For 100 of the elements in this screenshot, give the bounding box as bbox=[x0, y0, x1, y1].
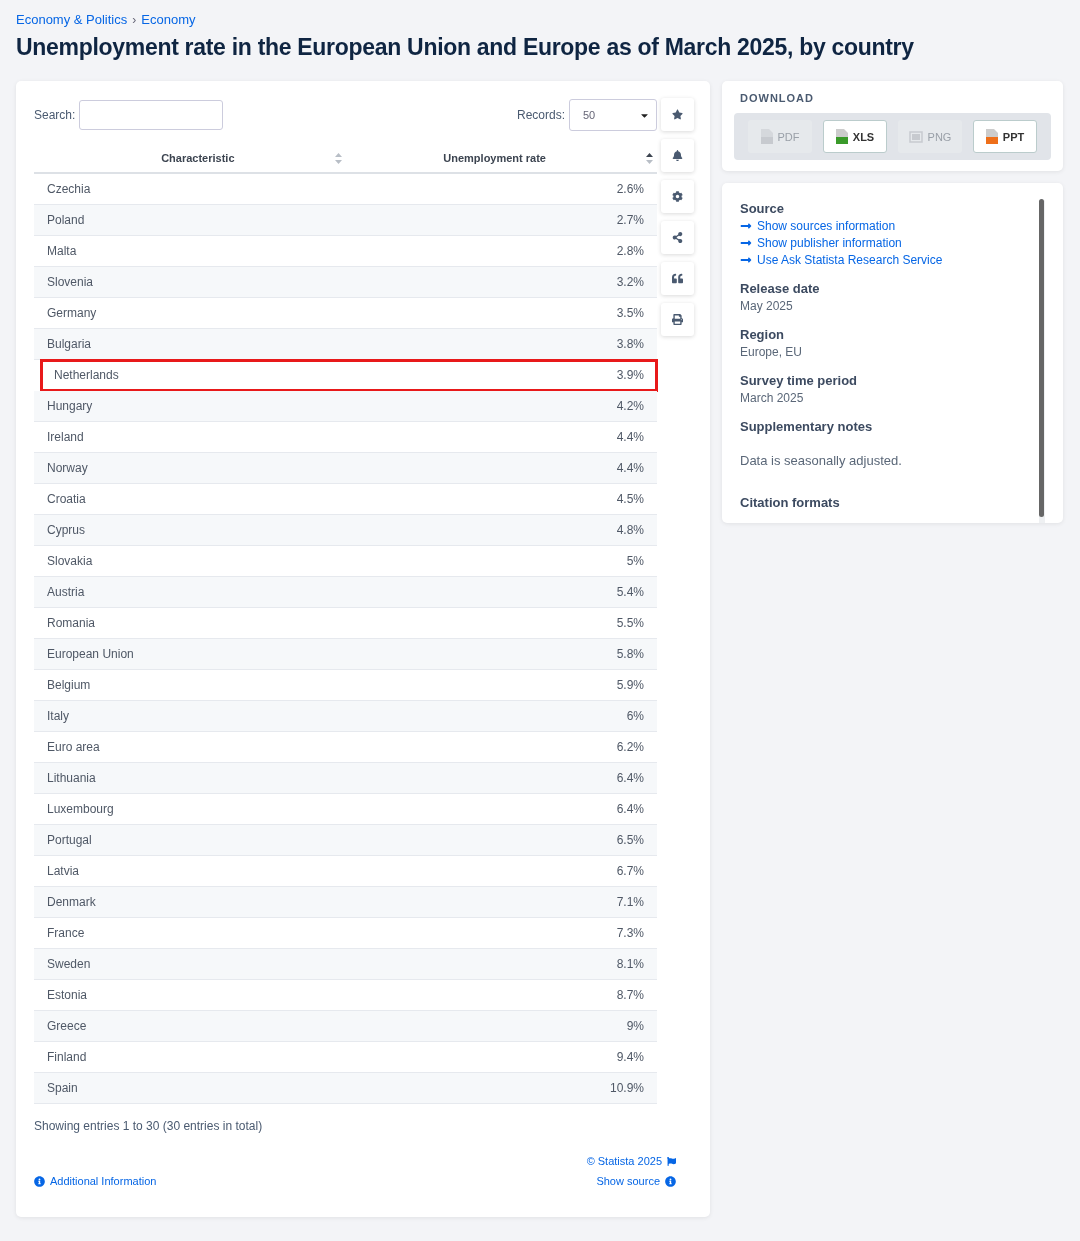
rate-cell: 6.7% bbox=[616, 864, 644, 878]
show-source-link[interactable]: Show source bbox=[596, 1175, 676, 1187]
rate-cell: 6.4% bbox=[616, 802, 644, 816]
entries-info: Showing entries 1 to 30 (30 entries in total) bbox=[34, 1119, 264, 1133]
country-cell: Italy bbox=[47, 709, 69, 723]
column-header[interactable]: Unemployment rate bbox=[345, 152, 657, 164]
section-heading: Release date bbox=[740, 281, 821, 296]
rate-cell: 9% bbox=[626, 1019, 644, 1033]
source-link[interactable]: Show publisher information bbox=[740, 236, 943, 250]
print-button[interactable] bbox=[661, 303, 694, 336]
country-cell: Netherlands bbox=[54, 368, 119, 382]
country-cell: Romania bbox=[47, 616, 96, 630]
rate-cell: 8.7% bbox=[616, 988, 644, 1002]
country-cell: Belgium bbox=[47, 678, 91, 692]
country-cell: France bbox=[47, 926, 85, 940]
records-label: Records: bbox=[516, 108, 565, 122]
rate-cell: 3.5% bbox=[616, 306, 644, 320]
rate-cell: 4.4% bbox=[616, 461, 644, 475]
country-cell: Austria bbox=[47, 585, 85, 599]
rate-cell: 2.6% bbox=[616, 182, 644, 196]
rate-cell: 3.8% bbox=[616, 337, 644, 351]
rate-cell: 6% bbox=[626, 709, 644, 723]
search-field[interactable] bbox=[79, 100, 224, 130]
records-dropdown[interactable]: 50 bbox=[569, 99, 657, 131]
country-cell: Bulgaria bbox=[47, 337, 92, 351]
copyright-link[interactable]: © Statista 2025 bbox=[586, 1155, 676, 1167]
country-cell: European Union bbox=[47, 647, 134, 661]
country-cell: Estonia bbox=[47, 988, 88, 1002]
download-button[interactable]: PPT bbox=[973, 120, 1037, 153]
rate-cell: 4.4% bbox=[616, 430, 644, 444]
rate-cell: 4.2% bbox=[616, 399, 644, 413]
search-label: Search: bbox=[34, 108, 76, 122]
country-cell: Croatia bbox=[47, 492, 86, 506]
source-link[interactable]: Use Ask Statista Research Service bbox=[740, 253, 943, 267]
rate-cell: 3.2% bbox=[616, 275, 644, 289]
rate-cell: 6.5% bbox=[616, 833, 644, 847]
country-cell: Spain bbox=[47, 1081, 78, 1095]
bell-icon bbox=[672, 150, 683, 161]
country-cell: Luxembourg bbox=[47, 802, 114, 816]
file-icon bbox=[985, 129, 998, 144]
country-cell: Malta bbox=[47, 244, 77, 258]
rate-cell: 7.1% bbox=[616, 895, 644, 909]
image-file-icon bbox=[908, 129, 923, 144]
notes-text: Data is seasonally adjusted. bbox=[740, 453, 903, 468]
country-cell: Slovenia bbox=[47, 275, 94, 289]
rate-cell: 5.9% bbox=[616, 678, 644, 692]
settings-button[interactable] bbox=[661, 180, 694, 213]
rate-cell: 5.5% bbox=[616, 616, 644, 630]
print-icon bbox=[672, 314, 683, 325]
source-link[interactable]: Show sources information bbox=[740, 219, 943, 233]
rate-cell: 2.7% bbox=[616, 213, 644, 227]
quote-button[interactable] bbox=[661, 262, 694, 295]
file-icon bbox=[760, 129, 773, 144]
download-title: DOWNLOAD bbox=[740, 92, 815, 104]
country-cell: Sweden bbox=[47, 957, 91, 971]
country-cell: Germany bbox=[47, 306, 97, 320]
share-button[interactable] bbox=[661, 221, 694, 254]
arrow-icon bbox=[740, 254, 752, 266]
breadcrumb-separator: › bbox=[132, 12, 137, 27]
download-button[interactable]: XLS bbox=[823, 120, 887, 153]
column-header[interactable]: Characteristic bbox=[34, 152, 346, 164]
rate-cell: 4.5% bbox=[616, 492, 644, 506]
country-cell: Slovakia bbox=[47, 554, 93, 568]
country-cell: Czechia bbox=[47, 182, 91, 196]
settings-icon bbox=[672, 191, 683, 202]
rate-cell: 10.9% bbox=[609, 1081, 644, 1095]
star-button[interactable] bbox=[661, 98, 694, 131]
country-cell: Finland bbox=[47, 1050, 87, 1064]
info-icon bbox=[34, 1175, 45, 1187]
section-heading: Citation formats bbox=[740, 495, 841, 510]
country-cell: Greece bbox=[47, 1019, 87, 1033]
country-cell: Hungary bbox=[47, 399, 93, 413]
rate-cell: 2.8% bbox=[616, 244, 644, 258]
section-heading: Supplementary notes bbox=[740, 419, 874, 434]
additional-information-link[interactable]: Additional Information bbox=[34, 1175, 157, 1187]
country-cell: Cyprus bbox=[47, 523, 85, 537]
rate-cell: 6.2% bbox=[616, 740, 644, 754]
breadcrumb-link[interactable]: Economy & Politics bbox=[16, 12, 128, 27]
country-cell: Poland bbox=[47, 213, 85, 227]
info-icon bbox=[665, 1175, 676, 1187]
country-cell: Ireland bbox=[47, 430, 84, 444]
country-cell: Euro area bbox=[47, 740, 100, 754]
rate-cell: 5.8% bbox=[616, 647, 644, 661]
scrollbar[interactable] bbox=[1039, 199, 1045, 523]
rate-cell: 5% bbox=[626, 554, 644, 568]
share-icon bbox=[672, 232, 683, 243]
page-title: Unemployment rate in the European Union and Europe as of March 2025, by country bbox=[16, 34, 915, 61]
country-cell: Norway bbox=[47, 461, 88, 475]
star-icon bbox=[672, 109, 683, 120]
quotation-marks-icon bbox=[672, 273, 683, 284]
file-icon bbox=[835, 129, 848, 144]
section-heading: Survey time period bbox=[740, 373, 859, 388]
rate-cell: 7.3% bbox=[616, 926, 644, 940]
rate-cell: 4.8% bbox=[616, 523, 644, 537]
rate-cell: 5.4% bbox=[616, 585, 644, 599]
breadcrumb-link[interactable]: Economy bbox=[141, 12, 196, 27]
arrow-icon bbox=[740, 237, 752, 249]
rate-cell: 8.1% bbox=[616, 957, 644, 971]
bell-button[interactable] bbox=[661, 139, 694, 172]
section-heading: Source bbox=[740, 201, 786, 216]
